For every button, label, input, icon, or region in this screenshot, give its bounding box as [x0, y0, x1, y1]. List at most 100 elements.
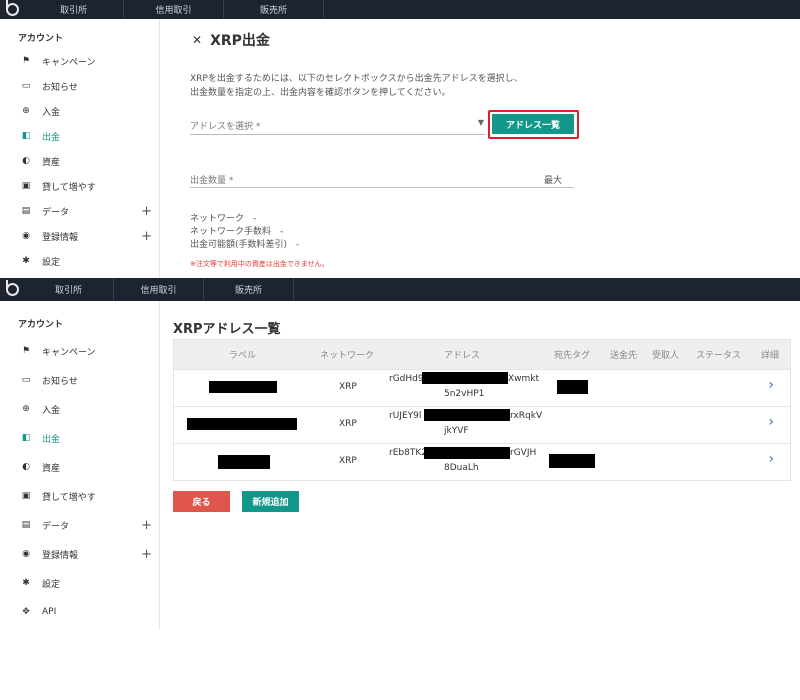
- withdraw-screen: 取引所 信用取引 販売所 アカウント ⚑ キャンペーン ▭ お知らせ ⊕ 入金 …: [0, 0, 800, 278]
- sidebar-heading: アカウント: [18, 34, 64, 44]
- table-row[interactable]: XRP rEb8TK2 rGVJH 8DuaLh ›: [174, 443, 790, 480]
- sidebar-item-label: 登録情報: [42, 232, 79, 243]
- chevron-down-icon[interactable]: ▼: [478, 118, 484, 127]
- sidebar-item-label: 入金: [42, 405, 61, 416]
- top-nav: 取引所 信用取引 販売所: [24, 0, 324, 19]
- sidebar-item-label: 出金: [42, 434, 61, 445]
- sidebar-item-data[interactable]: ▤ データ +: [0, 201, 160, 221]
- top-nav-margin[interactable]: 信用取引: [124, 0, 224, 19]
- address-start: rUJEY9l: [389, 411, 422, 421]
- expand-icon[interactable]: +: [141, 518, 152, 533]
- amount-input[interactable]: 出金数量 * 最大: [190, 170, 574, 188]
- sidebar-item-settings[interactable]: ✱ 設定: [0, 251, 160, 271]
- account-icon: ◉: [22, 231, 30, 241]
- address-end: Xwmkt: [508, 374, 540, 384]
- page-title: ✕ XRP出金: [192, 30, 270, 50]
- expand-icon[interactable]: +: [141, 229, 152, 244]
- redacted-address: [424, 447, 510, 459]
- sidebar-item-label: お知らせ: [42, 376, 78, 387]
- instructions-line: XRPを出金するためには、以下のセレクトボックスから出金先アドレスを選択し、: [190, 74, 523, 84]
- add-address-button[interactable]: 新規追加: [242, 491, 299, 512]
- top-nav-bar: 取引所 信用取引 販売所: [0, 278, 800, 301]
- max-button[interactable]: 最大: [544, 173, 562, 186]
- address-line2: jkYVF: [444, 426, 469, 436]
- sidebar-item-api[interactable]: ✥ API: [0, 602, 160, 622]
- sidebar-item-registration[interactable]: ◉ 登録情報 +: [0, 544, 160, 564]
- sidebar-item-label: 資産: [42, 463, 61, 474]
- top-nav-margin[interactable]: 信用取引: [114, 278, 204, 301]
- sidebar-item-label: データ: [42, 207, 70, 218]
- network-cell: XRP: [339, 456, 357, 466]
- chevron-right-icon[interactable]: ›: [768, 414, 774, 430]
- page-title: XRPアドレス一覧: [173, 322, 281, 337]
- sidebar-item-label: 設定: [42, 579, 61, 590]
- expand-icon[interactable]: +: [141, 547, 152, 562]
- sidebar-item-assets[interactable]: ◐ 資産: [0, 457, 160, 477]
- sidebar-item-label: キャンペーン: [42, 347, 96, 358]
- network-cell: XRP: [339, 382, 357, 392]
- sidebar-item-deposit[interactable]: ⊕ 入金: [0, 101, 160, 121]
- xrp-icon: ✕: [192, 33, 203, 47]
- sidebar-item-registration[interactable]: ◉ 登録情報 +: [0, 226, 160, 246]
- column-header-destination-tag: 宛先タグ: [554, 351, 591, 361]
- top-nav-exchange[interactable]: 取引所: [24, 0, 124, 19]
- sidebar-item-campaign[interactable]: ⚑ キャンペーン: [0, 341, 160, 361]
- sidebar-heading: アカウント: [18, 320, 64, 330]
- address-select-placeholder: アドレスを選択 *: [190, 122, 261, 132]
- sidebar-item-label: 設定: [42, 257, 61, 268]
- sidebar-item-news[interactable]: ▭ お知らせ: [0, 370, 160, 390]
- sidebar-item-settings[interactable]: ✱ 設定: [0, 573, 160, 593]
- sidebar-item-label: キャンペーン: [42, 57, 96, 68]
- top-nav-exchange[interactable]: 取引所: [24, 278, 114, 301]
- chevron-right-icon[interactable]: ›: [768, 451, 774, 467]
- address-start: rEb8TK2: [389, 448, 427, 458]
- sidebar-item-withdraw[interactable]: ◧ 出金: [0, 126, 160, 146]
- sidebar-item-data[interactable]: ▤ データ +: [0, 515, 160, 535]
- chevron-right-icon[interactable]: ›: [768, 377, 774, 393]
- sidebar-item-withdraw[interactable]: ◧ 出金: [0, 428, 160, 448]
- wallet-icon: ◧: [21, 131, 31, 141]
- plus-circle-icon: ⊕: [22, 404, 30, 414]
- sidebar: アカウント ⚑ キャンペーン ▭ お知らせ ⊕ 入金 ◧ 出金 ◐ 資産 ▣ 貸…: [0, 19, 160, 278]
- back-button[interactable]: 戻る: [173, 491, 230, 512]
- sidebar-item-campaign[interactable]: ⚑ キャンペーン: [0, 51, 160, 71]
- sidebar-item-deposit[interactable]: ⊕ 入金: [0, 399, 160, 419]
- sidebar-item-label: 入金: [42, 107, 61, 118]
- lend-icon: ▣: [21, 491, 31, 501]
- table-header: ラベル ネットワーク アドレス 宛先タグ 送金先 受取人 ステータス 詳細: [174, 340, 790, 369]
- flag-icon: ⚑: [21, 56, 31, 66]
- expand-icon[interactable]: +: [141, 204, 152, 219]
- table-row[interactable]: XRP rUJEY9l rxRqkV jkYVF ›: [174, 406, 790, 443]
- sidebar-item-lending[interactable]: ▣ 貸して増やす: [0, 176, 160, 196]
- available-amount-info: 出金可能額(手数料差引) -: [190, 240, 300, 250]
- sidebar-item-label: 出金: [42, 132, 61, 143]
- top-nav-sales[interactable]: 販売所: [224, 0, 324, 19]
- table-row[interactable]: XRP rGdHd9 Xwmkt 5n2vHP1 ›: [174, 369, 790, 406]
- logo-icon[interactable]: [0, 0, 24, 19]
- logo-icon[interactable]: [0, 278, 24, 301]
- sidebar-item-lending[interactable]: ▣ 貸して増やす: [0, 486, 160, 506]
- address-line2: 5n2vHP1: [444, 389, 485, 399]
- address-select[interactable]: アドレスを選択 * ▼: [190, 115, 486, 135]
- column-header-status: ステータス: [696, 351, 742, 361]
- sidebar-item-news[interactable]: ▭ お知らせ: [0, 76, 160, 96]
- address-start: rGdHd9: [389, 374, 424, 384]
- sidebar-item-assets[interactable]: ◐ 資産: [0, 151, 160, 171]
- column-header-label: ラベル: [229, 351, 257, 361]
- redacted-address: [422, 372, 508, 384]
- redacted-label: [187, 418, 297, 430]
- sidebar-item-label: 貸して増やす: [42, 182, 96, 193]
- message-icon: ▭: [21, 375, 31, 385]
- redacted-destination-tag: [557, 380, 588, 394]
- top-nav-sales[interactable]: 販売所: [204, 278, 294, 301]
- wallet-icon: ◧: [21, 433, 31, 443]
- network-cell: XRP: [339, 419, 357, 429]
- account-icon: ◉: [22, 549, 30, 559]
- pie-chart-icon: ◐: [22, 156, 30, 166]
- instructions: XRPを出金するためには、以下のセレクトボックスから出金先アドレスを選択し、 出…: [190, 72, 590, 100]
- column-header-recipient: 受取人: [652, 351, 680, 361]
- redacted-label: [218, 455, 270, 469]
- column-header-recipient-type: 送金先: [610, 351, 638, 361]
- top-nav: 取引所 信用取引 販売所: [24, 278, 294, 301]
- address-end: rxRqkV: [510, 411, 543, 421]
